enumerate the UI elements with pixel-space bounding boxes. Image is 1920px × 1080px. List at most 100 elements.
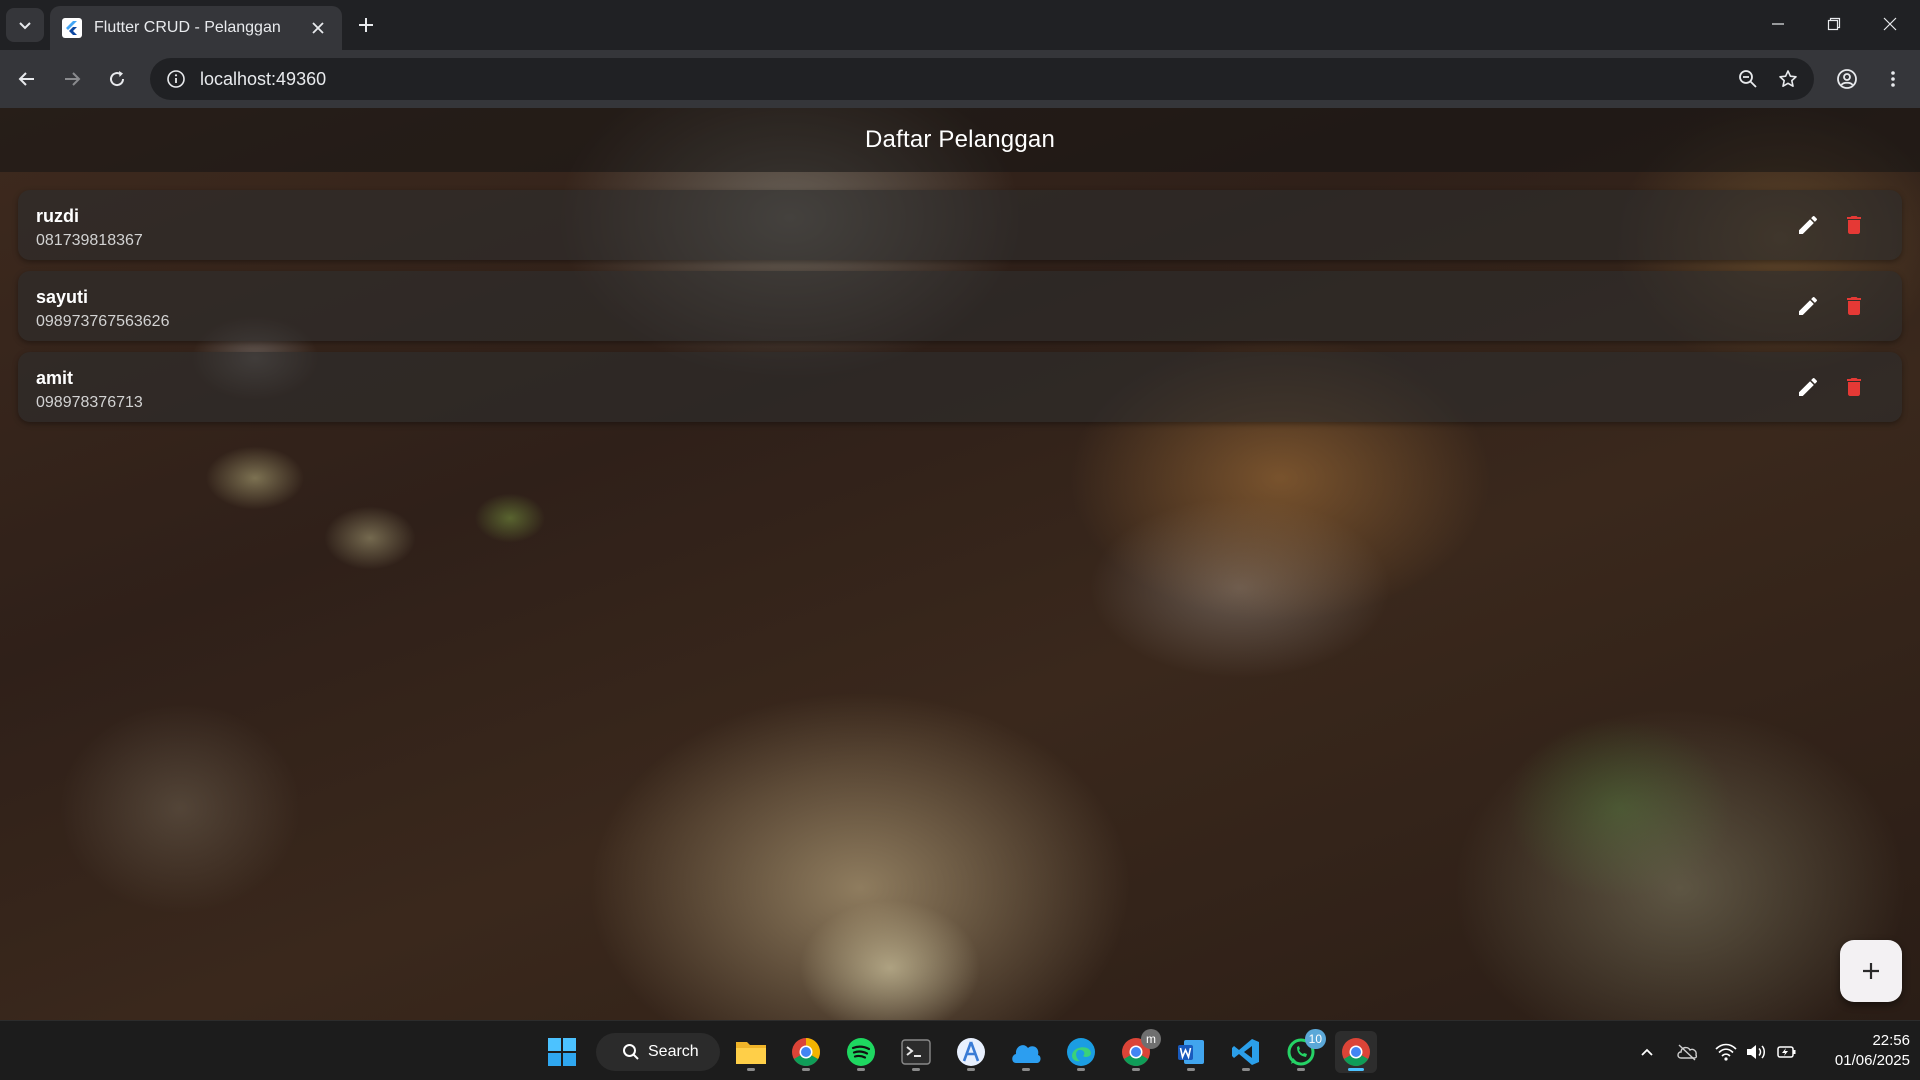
chevron-up-icon [1641,1048,1653,1056]
trash-icon [1847,297,1861,315]
taskbar-app-edge[interactable] [1060,1031,1102,1073]
customer-phone: 098973767563626 [36,313,170,330]
zoom-button[interactable] [1728,59,1768,99]
edit-button[interactable] [1790,207,1826,243]
customer-card[interactable]: sayuti 098973767563626 [18,271,1902,341]
bookmark-button[interactable] [1768,59,1808,99]
running-indicator [1132,1068,1140,1071]
wifi-icon [1715,1043,1737,1061]
customer-name: ruzdi [36,206,79,226]
flutter-icon [62,18,82,38]
battery-charging-icon [1777,1046,1796,1058]
reload-button[interactable] [99,61,135,97]
cloud-off-icon [1677,1044,1698,1061]
running-indicator [967,1068,975,1071]
system-clock[interactable]: 22:56 01/06/2025 [1810,1031,1910,1071]
plus-icon [1863,963,1879,979]
info-icon [167,70,185,88]
tray-onedrive[interactable] [1674,1039,1700,1065]
running-indicator [1187,1068,1195,1071]
taskbar-app-chrome[interactable] [785,1031,827,1073]
running-indicator [747,1068,755,1071]
taskbar-app-spotify[interactable] [840,1031,882,1073]
tab-active[interactable]: Flutter CRUD - Pelanggan [50,6,342,50]
app-viewport: Daftar Pelanggan ruzdi 081739818367 sayu… [0,108,1920,1020]
running-indicator [1297,1068,1305,1071]
trash-icon [1847,378,1861,396]
tray-network[interactable] [1713,1039,1739,1065]
address-bar[interactable]: localhost:49360 [150,58,1814,100]
new-tab-button[interactable] [352,11,380,39]
running-indicator [857,1068,865,1071]
restore-icon [1827,17,1841,31]
tray-volume[interactable] [1743,1039,1769,1065]
running-indicator [802,1068,810,1071]
vscode-icon [1232,1039,1259,1065]
star-icon [1779,70,1797,87]
back-button[interactable] [9,61,45,97]
edit-button[interactable] [1790,288,1826,324]
forward-button[interactable] [54,61,90,97]
url-text[interactable]: localhost:49360 [200,69,1728,90]
tray-overflow-button[interactable] [1634,1039,1660,1065]
search-label: Search [648,1043,699,1060]
spotify-icon [847,1038,875,1066]
tab-search-button[interactable] [6,8,44,42]
customer-card[interactable]: amit 098978376713 [18,352,1902,422]
running-indicator [1242,1068,1250,1071]
volume-icon [1747,1045,1765,1059]
taskbar: Search m 10 22:56 01/06/2025 [0,1020,1920,1080]
chrome-icon [792,1038,820,1066]
close-icon [1883,17,1897,31]
windows-start-icon [548,1038,576,1066]
browser-toolbar: localhost:49360 [0,50,1920,108]
taskbar-app-cloud[interactable] [1005,1031,1047,1073]
account-icon [1837,69,1857,89]
clock-date: 01/06/2025 [1834,1052,1910,1069]
close-icon [312,22,324,34]
taskbar-app-chrome-profile[interactable]: m [1115,1029,1161,1073]
taskbar-app-word[interactable] [1170,1031,1212,1073]
pencil-icon [1799,377,1818,396]
taskbar-app-terminal[interactable] [895,1031,937,1073]
start-button[interactable] [541,1031,583,1073]
running-indicator [912,1068,920,1071]
cloud-app-icon [1012,1045,1041,1063]
restore-button[interactable] [1806,0,1862,48]
delete-button[interactable] [1836,369,1872,405]
zoom-out-icon [1739,70,1757,88]
running-indicator [1022,1068,1030,1071]
customer-phone: 098978376713 [36,394,143,411]
customer-card[interactable]: ruzdi 081739818367 [18,190,1902,260]
taskbar-app-chrome-active[interactable] [1335,1031,1377,1073]
trash-icon [1847,216,1861,234]
close-window-button[interactable] [1862,0,1918,48]
profile-button[interactable] [1829,61,1865,97]
arrow-right-icon [65,72,81,86]
taskbar-app-vscode[interactable] [1225,1031,1267,1073]
tab-title: Flutter CRUD - Pelanggan [94,19,281,36]
tray-battery[interactable] [1774,1039,1800,1065]
edit-button[interactable] [1790,369,1826,405]
menu-button[interactable] [1875,61,1911,97]
taskbar-app-whatsapp[interactable]: 10 [1280,1029,1326,1073]
delete-button[interactable] [1836,207,1872,243]
taskbar-app-android-studio[interactable] [950,1031,992,1073]
file-explorer-icon [736,1042,766,1064]
taskbar-search[interactable]: Search [596,1033,720,1071]
page-title: Daftar Pelanggan [865,126,1055,153]
chevron-down-icon [19,22,31,30]
running-indicator [1077,1068,1085,1071]
delete-button[interactable] [1836,288,1872,324]
edge-icon [1067,1038,1095,1066]
browser-tabstrip: Flutter CRUD - Pelanggan [0,0,1920,50]
minimize-button[interactable] [1750,0,1806,48]
chrome-active-icon [1342,1038,1370,1066]
add-customer-button[interactable] [1840,940,1902,1002]
tab-close-button[interactable] [306,16,330,40]
site-info-button[interactable] [156,59,196,99]
search-icon [623,1044,639,1060]
taskbar-app-file-explorer[interactable] [730,1031,772,1073]
word-icon [1178,1040,1204,1064]
pencil-icon [1799,215,1818,234]
